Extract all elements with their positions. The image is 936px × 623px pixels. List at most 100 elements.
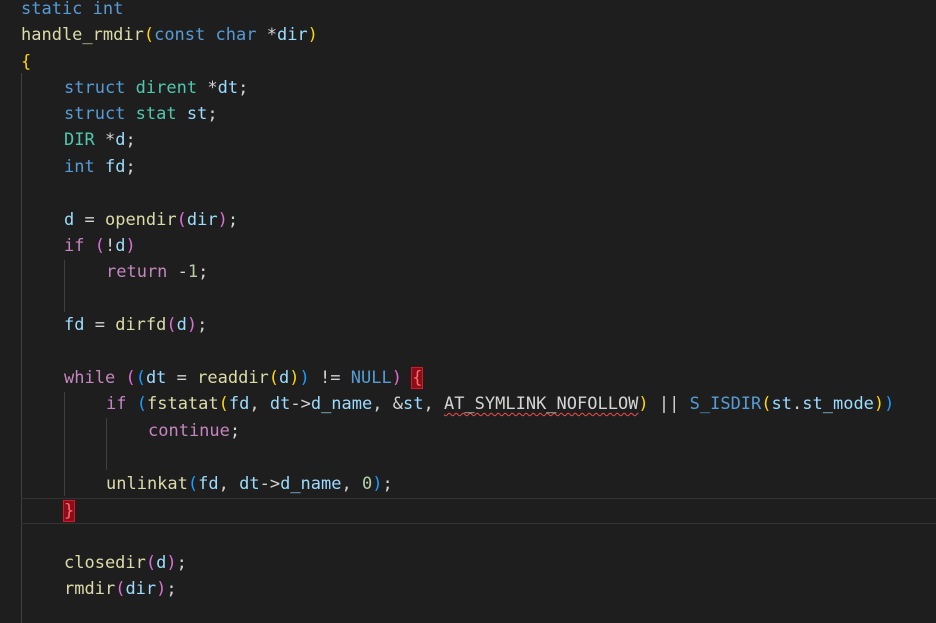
macro-s-isdir: S_ISDIR xyxy=(689,394,762,414)
code-line-7[interactable]: int fd; xyxy=(64,154,136,180)
semicolon: ; xyxy=(227,210,239,230)
paren: ) xyxy=(307,25,318,45)
semicolon: ; xyxy=(125,157,136,177)
assign-op: = xyxy=(166,368,198,388)
code-line-3[interactable]: { xyxy=(21,49,31,75)
keyword-while: while xyxy=(64,368,116,388)
code-line-1[interactable]: static int xyxy=(21,0,123,22)
current-line-highlight xyxy=(21,498,936,524)
semicolon: ; xyxy=(382,474,393,494)
call-fstatat: fstatat xyxy=(146,394,219,414)
var-fd: fd xyxy=(198,474,219,494)
type-stat: stat xyxy=(135,104,177,124)
member-st-mode: st_mode xyxy=(802,394,874,414)
paren: ( xyxy=(218,394,229,414)
code-line-23[interactable]: rmdir(dir); xyxy=(64,576,177,602)
unmatched-brace-close: } xyxy=(62,500,76,522)
semicolon: ; xyxy=(207,104,218,124)
paren: ( xyxy=(145,553,157,573)
code-line-20[interactable]: } xyxy=(62,498,76,524)
call-closedir: closedir xyxy=(64,553,146,573)
var-d: d xyxy=(176,315,187,335)
pointer-star: * xyxy=(94,130,116,150)
function-name: handle_rmdir xyxy=(21,25,144,45)
semicolon: ; xyxy=(229,421,241,441)
paren: ) xyxy=(372,474,383,494)
comma: , xyxy=(372,394,393,414)
paren: ) xyxy=(125,236,136,256)
call-unlinkat: unlinkat xyxy=(106,474,188,494)
code-line-10[interactable]: if (!d) xyxy=(64,233,136,259)
code-line-4[interactable]: struct dirent *dt; xyxy=(64,75,248,101)
unmatched-brace-open: { xyxy=(411,367,424,389)
comma: , xyxy=(423,394,444,414)
paren: ( xyxy=(143,25,155,45)
macro-NULL: NULL xyxy=(350,368,392,388)
code-line-13[interactable]: fd = dirfd(d); xyxy=(64,312,207,338)
semicolon: ; xyxy=(198,262,209,282)
paren: ) xyxy=(186,315,198,335)
code-line-2[interactable]: handle_rmdir(const char *dir) xyxy=(21,22,318,48)
var-dir: dir xyxy=(125,579,157,599)
neq-op: != xyxy=(309,368,351,388)
paren: ( xyxy=(115,579,126,599)
keyword-continue: continue xyxy=(148,421,230,441)
keyword-return: return xyxy=(106,262,168,282)
code-line-19[interactable]: unlinkat(fd, dt->d_name, 0); xyxy=(106,471,393,497)
semicolon: ; xyxy=(197,315,208,335)
comma: , xyxy=(218,474,240,494)
paren: ( xyxy=(136,394,147,414)
var-dt: dt xyxy=(145,368,167,388)
address-op: & xyxy=(392,394,403,414)
indent-guide xyxy=(21,73,22,623)
call-opendir: opendir xyxy=(104,210,177,230)
member-d-name: d_name xyxy=(280,474,342,494)
macro-at-symlink-nofollow-error[interactable]: AT_SYMLINK_NOFOLLOW xyxy=(444,394,638,414)
keyword-struct: struct xyxy=(64,78,126,98)
paren: ) xyxy=(289,368,300,388)
code-line-15[interactable]: while ((dt = readdir(d)) != NULL) { xyxy=(64,365,424,391)
dot-op: . xyxy=(792,394,803,414)
pointer-star: * xyxy=(197,78,218,98)
var-dt: dt xyxy=(239,474,260,494)
brace-open: { xyxy=(21,52,32,72)
indent-guide xyxy=(106,418,107,470)
var-d: d xyxy=(279,368,290,388)
code-line-11[interactable]: return -1; xyxy=(106,259,208,285)
call-rmdir: rmdir xyxy=(64,579,116,599)
keyword-char: char xyxy=(215,25,257,45)
paren: ) xyxy=(156,579,167,599)
paren: ( xyxy=(125,368,136,388)
paren: ) xyxy=(166,553,177,573)
var-d: d xyxy=(115,236,126,256)
code-editor[interactable]: static int handle_rmdir(const char *dir)… xyxy=(0,0,936,623)
code-line-16[interactable]: if (fstatat(fd, dt->d_name, &st, AT_SYML… xyxy=(106,391,894,417)
keyword-if: if xyxy=(64,236,85,256)
assign-op: = xyxy=(84,315,116,335)
paren: ( xyxy=(94,236,105,256)
minus-op: - xyxy=(167,262,188,282)
keyword-int: int xyxy=(64,157,95,177)
paren: ) xyxy=(217,210,228,230)
code-line-9[interactable]: d = opendir(dir); xyxy=(64,207,238,233)
indent-guide xyxy=(64,392,65,496)
code-line-6[interactable]: DIR *d; xyxy=(64,127,136,153)
keyword-static: static xyxy=(21,0,83,19)
code-line-5[interactable]: struct stat st; xyxy=(64,101,218,127)
param-dir: dir xyxy=(276,25,308,45)
call-readdir: readdir xyxy=(197,368,269,388)
semicolon: ; xyxy=(238,78,249,98)
var-st: st xyxy=(186,104,208,124)
var-d: d xyxy=(115,130,126,150)
var-fd: fd xyxy=(228,394,250,414)
assign-op: = xyxy=(74,210,105,230)
code-line-22[interactable]: closedir(d); xyxy=(64,550,187,576)
paren: ) xyxy=(884,394,895,414)
keyword-const: const xyxy=(154,25,206,45)
var-d: d xyxy=(156,553,167,573)
arrow-op: -> xyxy=(290,394,311,414)
paren: ( xyxy=(268,368,280,388)
type-DIR: DIR xyxy=(64,130,95,150)
code-line-17[interactable]: continue; xyxy=(148,418,240,444)
paren: ) xyxy=(638,394,649,414)
